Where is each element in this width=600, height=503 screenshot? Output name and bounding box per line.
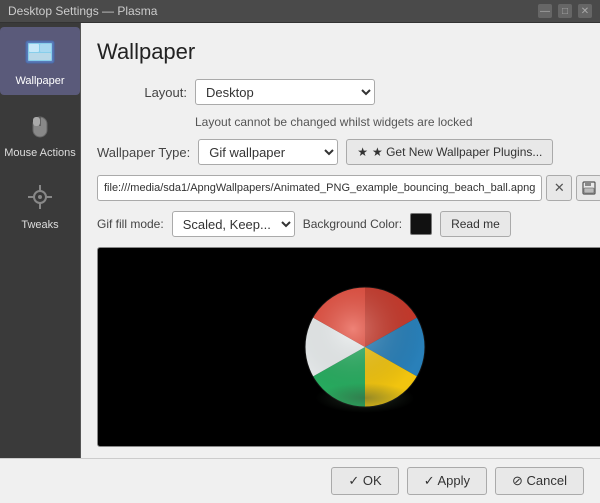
sidebar: Wallpaper Mouse Actions bbox=[0, 23, 81, 458]
get-plugins-button[interactable]: ★ ★ Get New Wallpaper Plugins... bbox=[346, 139, 553, 165]
layout-select[interactable]: Desktop bbox=[195, 79, 375, 105]
maximize-button[interactable]: □ bbox=[558, 4, 572, 18]
cancel-button[interactable]: ⊘ Cancel bbox=[495, 467, 584, 495]
get-plugins-label: ★ Get New Wallpaper Plugins... bbox=[372, 145, 542, 159]
minimize-button[interactable]: — bbox=[538, 4, 552, 18]
sidebar-item-mouse-actions[interactable]: Mouse Actions bbox=[0, 99, 80, 167]
apply-button[interactable]: ✓ Apply bbox=[407, 467, 487, 495]
wallpaper-type-select[interactable]: Gif wallpaper bbox=[198, 139, 338, 165]
page-title: Wallpaper bbox=[97, 39, 600, 65]
content-area: Wallpaper Layout: Desktop Layout cannot … bbox=[81, 23, 600, 458]
fill-mode-row: Gif fill mode: Scaled, Keep... Backgroun… bbox=[97, 211, 600, 237]
bg-color-label: Background Color: bbox=[303, 217, 402, 231]
clear-file-button[interactable]: ✕ bbox=[546, 175, 572, 201]
layout-row: Layout: Desktop bbox=[97, 79, 600, 105]
ball-reflection bbox=[315, 383, 415, 413]
background-color-picker[interactable] bbox=[410, 213, 432, 235]
wallpaper-type-label: Wallpaper Type: bbox=[97, 145, 190, 160]
save-file-button[interactable] bbox=[576, 175, 600, 201]
sidebar-item-wallpaper[interactable]: Wallpaper bbox=[0, 27, 80, 95]
sidebar-item-tweaks[interactable]: Tweaks bbox=[0, 171, 80, 239]
wallpaper-icon bbox=[22, 35, 58, 71]
file-path-text: file:///media/sda1/ApngWallpapers/Animat… bbox=[104, 182, 535, 194]
file-path-display: file:///media/sda1/ApngWallpapers/Animat… bbox=[97, 175, 542, 201]
sidebar-wallpaper-label: Wallpaper bbox=[15, 75, 64, 87]
gif-fill-label: Gif fill mode: bbox=[97, 217, 164, 231]
mouse-icon bbox=[22, 107, 58, 143]
close-button[interactable]: ✕ bbox=[578, 4, 592, 18]
ok-button[interactable]: ✓ OK bbox=[331, 467, 398, 495]
read-me-button[interactable]: Read me bbox=[440, 211, 511, 237]
file-path-row: file:///media/sda1/ApngWallpapers/Animat… bbox=[97, 175, 600, 201]
title-text: Desktop Settings — Plasma bbox=[8, 4, 157, 18]
bottom-bar: ✓ OK ✓ Apply ⊘ Cancel bbox=[0, 458, 600, 503]
window-controls: — □ ✕ bbox=[538, 4, 592, 18]
wallpaper-preview bbox=[97, 247, 600, 447]
layout-label: Layout: bbox=[97, 85, 187, 100]
star-icon: ★ bbox=[357, 145, 368, 159]
gif-fill-select[interactable]: Scaled, Keep... bbox=[172, 211, 295, 237]
warning-row: Layout cannot be changed whilst widgets … bbox=[97, 115, 600, 129]
tweaks-icon bbox=[22, 179, 58, 215]
lock-warning: Layout cannot be changed whilst widgets … bbox=[195, 115, 473, 129]
sidebar-mouse-label: Mouse Actions bbox=[4, 147, 76, 159]
title-bar: Desktop Settings — Plasma — □ ✕ bbox=[0, 0, 600, 23]
wallpaper-type-row: Wallpaper Type: Gif wallpaper ★ ★ Get Ne… bbox=[97, 139, 600, 165]
main-layout: Wallpaper Mouse Actions bbox=[0, 23, 600, 458]
sidebar-tweaks-label: Tweaks bbox=[21, 219, 58, 231]
